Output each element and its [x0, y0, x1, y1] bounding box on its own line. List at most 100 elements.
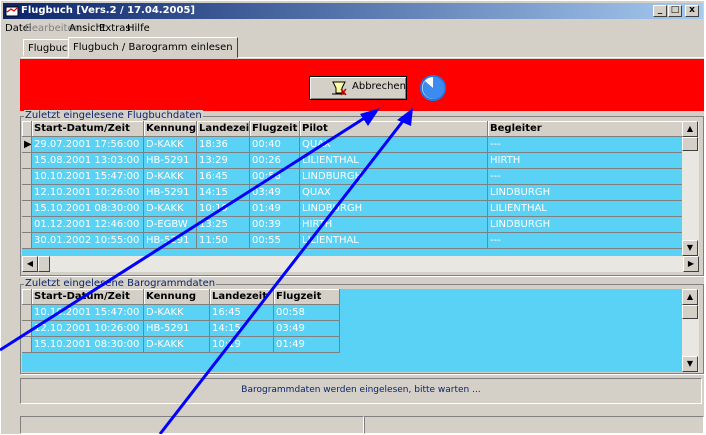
- table-cell[interactable]: HIRTH: [300, 217, 488, 233]
- table-row[interactable]: ▶ 29.07.2001 17:56:00 D-KAKK 18:36 00:40 QUAX…: [22, 137, 684, 153]
- row-indicator[interactable]: [22, 305, 32, 321]
- cancel-button[interactable]: Abbrechen: [309, 76, 407, 100]
- table-cell[interactable]: ---: [488, 169, 684, 185]
- table-cell[interactable]: 12.10.2001 10:26:00: [32, 321, 144, 337]
- table-cell[interactable]: LILIENTHAL: [300, 233, 488, 249]
- scroll-right-icon[interactable]: ▶: [683, 256, 699, 272]
- table-cell[interactable]: HB-5291: [144, 185, 197, 201]
- table-cell[interactable]: 03:49: [274, 321, 340, 337]
- scroll-up-icon[interactable]: ▲: [682, 121, 698, 137]
- table-cell[interactable]: 30.01.2002 10:55:00: [32, 233, 144, 249]
- table-cell[interactable]: 14:15: [197, 185, 250, 201]
- column-header[interactable]: Flugzeit: [250, 121, 300, 137]
- table-cell[interactable]: D-KAKK: [144, 169, 197, 185]
- table-cell[interactable]: 13:25: [197, 217, 250, 233]
- table-cell[interactable]: LILIENTHAL: [300, 153, 488, 169]
- row-indicator[interactable]: [22, 185, 32, 201]
- column-header[interactable]: Start-Datum/Zeit: [32, 121, 144, 137]
- table-cell[interactable]: LILIENTHAL: [488, 201, 684, 217]
- row-indicator[interactable]: [22, 337, 32, 353]
- maximize-button[interactable]: □: [668, 5, 682, 17]
- table-cell[interactable]: 12.10.2001 10:26:00: [32, 185, 144, 201]
- table-cell[interactable]: ---: [488, 233, 684, 249]
- table-row[interactable]: 30.01.2002 10:55:00 HB-5291 11:50 00:55 LILI…: [22, 233, 684, 249]
- table-cell[interactable]: D-KAKK: [144, 305, 210, 321]
- column-header[interactable]: Begleiter: [488, 121, 684, 137]
- table-cell[interactable]: 00:26: [250, 153, 300, 169]
- scroll-thumb[interactable]: [682, 137, 698, 151]
- table-cell[interactable]: QUAX: [300, 185, 488, 201]
- close-button[interactable]: x: [685, 5, 699, 17]
- table-row[interactable]: 15.10.2001 08:30:00 D-KAKK 10:19 01:49 LINDB…: [22, 201, 684, 217]
- current-row-indicator-icon[interactable]: ▶: [22, 137, 32, 153]
- menu-hilfe[interactable]: Hilfe: [127, 21, 150, 36]
- row-indicator[interactable]: [22, 201, 32, 217]
- barograms-table[interactable]: Start-Datum/Zeit Kennung Landezeit Flugzeit…: [22, 289, 684, 372]
- table-cell[interactable]: 03:49: [250, 185, 300, 201]
- table-cell[interactable]: 16:45: [210, 305, 274, 321]
- column-header[interactable]: Kennung: [144, 121, 197, 137]
- table-cell[interactable]: D-KAKK: [144, 137, 197, 153]
- flights-table[interactable]: Start-Datum/Zeit Kennung Landezeit Flugzeit…: [22, 121, 684, 264]
- table-cell[interactable]: D-KAKK: [144, 337, 210, 353]
- table-cell[interactable]: HB-5291: [144, 233, 197, 249]
- table-cell[interactable]: LINDBURGH: [488, 185, 684, 201]
- minimize-button[interactable]: _: [653, 5, 667, 17]
- table-cell[interactable]: D-EGBW: [144, 217, 197, 233]
- row-indicator[interactable]: [22, 153, 32, 169]
- table-cell[interactable]: HB-5291: [144, 153, 197, 169]
- table-cell[interactable]: 01.12.2001 12:46:00: [32, 217, 144, 233]
- table-cell[interactable]: 15.08.2001 13:03:00: [32, 153, 144, 169]
- flights-vertical-scrollbar[interactable]: ▲ ▼: [682, 121, 699, 256]
- title-bar[interactable]: Flugbuch [Vers.2 / 17.04.2005] _ □ x: [3, 3, 703, 19]
- table-cell[interactable]: 10:19: [197, 201, 250, 217]
- column-header[interactable]: Start-Datum/Zeit: [32, 289, 144, 305]
- column-header[interactable]: Kennung: [144, 289, 210, 305]
- table-cell[interactable]: HB-5291: [144, 321, 210, 337]
- table-cell[interactable]: ---: [488, 137, 684, 153]
- table-cell[interactable]: 00:58: [250, 169, 300, 185]
- column-header[interactable]: Landezeit: [197, 121, 250, 137]
- scroll-down-icon[interactable]: ▼: [682, 240, 698, 256]
- table-cell[interactable]: D-KAKK: [144, 201, 197, 217]
- table-cell[interactable]: 13:29: [197, 153, 250, 169]
- barograms-vertical-scrollbar[interactable]: ▲ ▼: [682, 289, 699, 372]
- row-indicator[interactable]: [22, 217, 32, 233]
- table-cell[interactable]: 18:36: [197, 137, 250, 153]
- scroll-thumb[interactable]: [682, 305, 698, 319]
- table-row[interactable]: 10.10.2001 15:47:00 D-KAKK 16:45 00:58: [22, 305, 340, 321]
- row-indicator[interactable]: [22, 321, 32, 337]
- table-cell[interactable]: 10:19: [210, 337, 274, 353]
- table-row[interactable]: 15.10.2001 08:30:00 D-KAKK 10:19 01:49: [22, 337, 340, 353]
- table-row[interactable]: 15.08.2001 13:03:00 HB-5291 13:29 00:26 LILI…: [22, 153, 684, 169]
- row-indicator[interactable]: [22, 169, 32, 185]
- column-header[interactable]: Pilot: [300, 121, 488, 137]
- scroll-down-icon[interactable]: ▼: [682, 356, 698, 372]
- table-cell[interactable]: 14:15: [210, 321, 274, 337]
- table-cell[interactable]: HIRTH: [488, 153, 684, 169]
- table-cell[interactable]: 10.10.2001 15:47:00: [32, 169, 144, 185]
- table-row[interactable]: 01.12.2001 12:46:00 D-EGBW 13:25 00:39 HIRTH…: [22, 217, 684, 233]
- table-cell[interactable]: LINDBURGH: [300, 169, 488, 185]
- table-cell[interactable]: 00:39: [250, 217, 300, 233]
- table-cell[interactable]: 01:49: [274, 337, 340, 353]
- horizontal-scroll-thumb[interactable]: [38, 256, 50, 272]
- table-cell[interactable]: LINDBURGH: [300, 201, 488, 217]
- column-header[interactable]: Landezeit: [210, 289, 274, 305]
- table-cell[interactable]: 15.10.2001 08:30:00: [32, 201, 144, 217]
- table-row[interactable]: 12.10.2001 10:26:00 HB-5291 14:15 03:49: [22, 321, 340, 337]
- scroll-up-icon[interactable]: ▲: [682, 289, 698, 305]
- table-cell[interactable]: 01:49: [250, 201, 300, 217]
- table-row[interactable]: 10.10.2001 15:47:00 D-KAKK 16:45 00:58 LINDB…: [22, 169, 684, 185]
- table-cell[interactable]: LINDBURGH: [488, 217, 684, 233]
- table-cell[interactable]: 29.07.2001 17:56:00: [32, 137, 144, 153]
- column-header[interactable]: Flugzeit: [274, 289, 340, 305]
- scroll-left-icon[interactable]: ◀: [22, 256, 38, 272]
- tab-1[interactable]: Flugbuch / Barogramm einlesen: [68, 37, 238, 58]
- table-row[interactable]: 12.10.2001 10:26:00 HB-5291 14:15 03:49 QUAX…: [22, 185, 684, 201]
- table-cell[interactable]: 10.10.2001 15:47:00: [32, 305, 144, 321]
- row-indicator[interactable]: [22, 233, 32, 249]
- table-cell[interactable]: 11:50: [197, 233, 250, 249]
- table-cell[interactable]: QUAX: [300, 137, 488, 153]
- menu-extras[interactable]: Extras: [99, 21, 131, 36]
